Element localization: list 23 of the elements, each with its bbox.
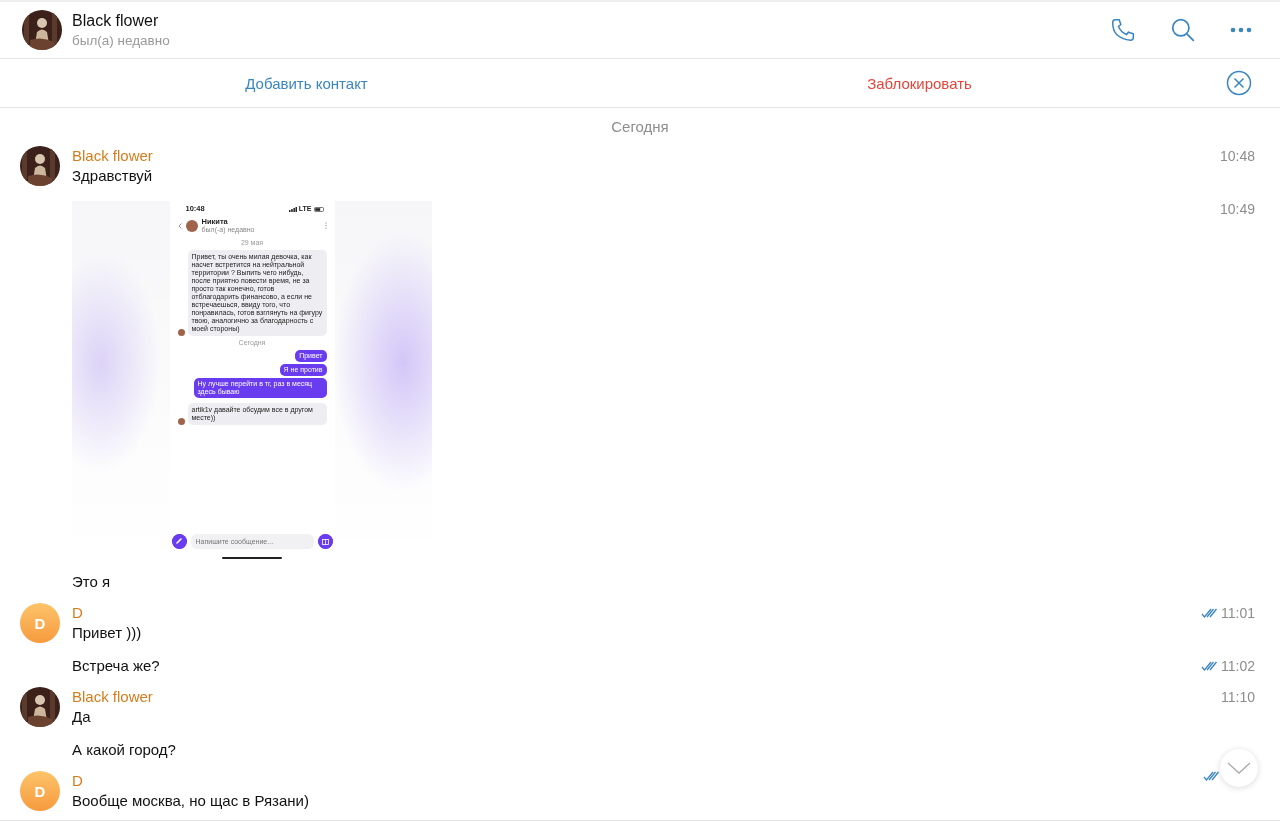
message-text: Это я	[72, 572, 111, 592]
avatar: D	[20, 603, 60, 643]
sender-name: Black flower	[72, 146, 153, 166]
message-text: Да	[72, 707, 91, 727]
sender-name: D	[72, 603, 83, 623]
avatar: D	[20, 771, 60, 811]
date-divider: Сегодня	[611, 118, 669, 135]
message-time: 11:02	[1221, 657, 1255, 676]
message-time: 10:49	[1219, 200, 1255, 219]
message-text: Привет )))	[72, 623, 142, 643]
block-link[interactable]: Заблокировать	[867, 74, 972, 92]
add-contact-link[interactable]: Добавить контакт	[245, 74, 368, 92]
contact-name: Black flower	[72, 12, 160, 30]
message-text: А какой город?	[72, 740, 176, 760]
message-time: 11:01	[1221, 604, 1255, 623]
sender-name: Black flower	[72, 687, 153, 707]
message-text: Вообще москва, но щас в Рязани)	[72, 791, 309, 811]
message-text: Встреча же?	[72, 656, 160, 676]
contact-status: был(а) недавно	[72, 33, 171, 48]
message-time: 11:10	[1221, 688, 1255, 707]
message-time: 10:48	[1219, 147, 1255, 166]
sender-name: D	[72, 771, 83, 791]
message-text: Здравствуй	[72, 166, 153, 186]
